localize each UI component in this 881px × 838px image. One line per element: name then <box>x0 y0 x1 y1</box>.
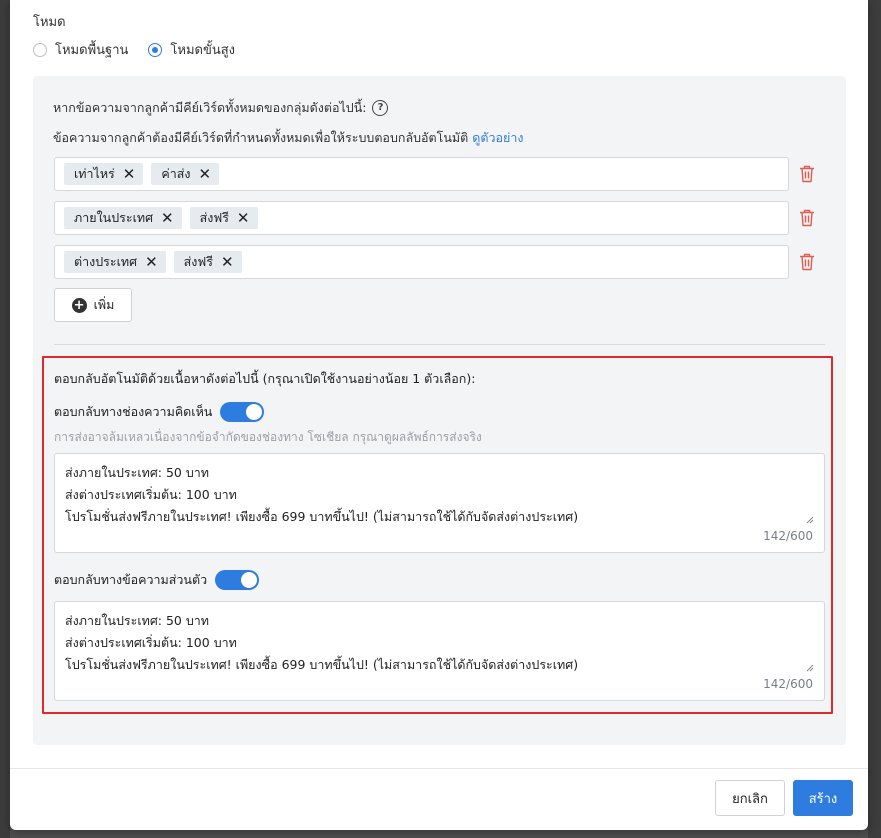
comment-reply-row: ตอบกลับทางช่องความคิดเห็น <box>54 402 265 422</box>
keyword-tag: ภายในประเทศ ✕ <box>64 207 182 229</box>
comment-warning: การส่งอาจล้มเหลวเนื่องจากข้อจำกัดของช่อง… <box>54 430 482 444</box>
keyword-tag: ต่างประเทศ ✕ <box>64 251 166 273</box>
keyword-tag-label: ต่างประเทศ <box>74 254 138 269</box>
mode-basic-label: โหมดพื้นฐาน <box>55 43 129 58</box>
add-group-button[interactable]: + เพิ่ม <box>54 288 132 322</box>
textarea-line: ส่งภายในประเทศ: 50 บาท <box>65 465 210 480</box>
mode-radio-group: โหมดพื้นฐาน โหมดขั้นสูง <box>33 39 255 60</box>
comment-reply-label: ตอบกลับทางช่องความคิดเห็น <box>54 404 213 419</box>
private-reply-textarea[interactable]: ส่งภายในประเทศ: 50 บาท ส่งต่างประเทศเริ่… <box>54 601 825 701</box>
condition-description-text: ข้อความจากลูกค้าต้องมีคีย์เวิร์ดที่กำหนด… <box>53 130 469 145</box>
mode-advanced-option[interactable]: โหมดขั้นสูง <box>148 39 235 60</box>
private-reply-label: ตอบกลับทางข้อความส่วนตัว <box>54 572 208 587</box>
trash-icon[interactable] <box>799 165 815 183</box>
textarea-line: โปรโมชั่นส่งฟรีภายในประเทศ! เพียงซื้อ 69… <box>65 657 579 672</box>
remove-tag-icon[interactable]: ✕ <box>161 210 174 226</box>
comment-reply-textarea[interactable]: ส่งภายในประเทศ: 50 บาท ส่งต่างประเทศเริ่… <box>54 453 825 553</box>
condition-heading: หากข้อความจากลูกค้ามีคีย์เวิร์ดทั้งหมดขอ… <box>53 98 389 118</box>
backdrop <box>0 0 10 838</box>
radio-basic[interactable] <box>33 42 47 57</box>
advanced-settings-panel: หากข้อความจากลูกค้ามีคีย์เวิร์ดทั้งหมดขอ… <box>33 76 846 745</box>
keyword-group-2[interactable]: ภายในประเทศ ✕ ส่งฟรี ✕ <box>54 201 789 235</box>
resize-handle-icon[interactable] <box>806 516 814 524</box>
remove-tag-icon[interactable]: ✕ <box>221 254 234 270</box>
keyword-tag: ส่งฟรี ✕ <box>173 251 242 273</box>
create-auto-reply-modal: โหมด โหมดพื้นฐาน โหมดขั้นสูง หากข้อความจ… <box>10 0 868 830</box>
divider <box>54 344 825 345</box>
mode-advanced-label: โหมดขั้นสูง <box>170 43 236 58</box>
private-reply-row: ตอบกลับทางข้อความส่วนตัว <box>54 570 260 590</box>
footer-divider <box>10 768 868 769</box>
comment-reply-toggle[interactable] <box>220 402 265 422</box>
mode-basic-option[interactable]: โหมดพื้นฐาน <box>33 39 128 60</box>
reply-section-title: ตอบกลับอัตโนมัติด้วยเนื้อหาดังต่อไปนี้ (… <box>54 371 476 386</box>
resize-handle-icon[interactable] <box>806 664 814 672</box>
keyword-tag: ส่งฟรี ✕ <box>189 207 258 229</box>
remove-tag-icon[interactable]: ✕ <box>145 254 158 270</box>
keyword-tag: ค่าส่ง ✕ <box>151 163 220 185</box>
textarea-line: โปรโมชั่นส่งฟรีภายในประเทศ! เพียงซื้อ 69… <box>65 509 579 524</box>
keyword-group-1[interactable]: เท่าไหร่ ✕ ค่าส่ง ✕ <box>54 157 789 191</box>
plus-circle-icon: + <box>71 297 87 313</box>
keyword-tag-label: ส่งฟรี <box>199 210 229 225</box>
keyword-tag-label: ภายในประเทศ <box>74 210 154 225</box>
remove-tag-icon[interactable]: ✕ <box>198 166 211 182</box>
remove-tag-icon[interactable]: ✕ <box>237 210 250 226</box>
remove-tag-icon[interactable]: ✕ <box>123 166 136 182</box>
trash-icon[interactable] <box>799 209 815 227</box>
help-icon[interactable]: ? <box>372 100 389 116</box>
mode-label: โหมด <box>33 15 66 30</box>
textarea-line: ส่งภายในประเทศ: 50 บาท <box>65 613 210 628</box>
textarea-line: ส่งต่างประเทศเริ่มต้น: 100 บาท <box>65 635 237 650</box>
create-button[interactable]: สร้าง <box>793 780 853 816</box>
private-reply-toggle[interactable] <box>215 570 260 590</box>
keyword-tag-label: ค่าส่ง <box>161 166 191 181</box>
example-link[interactable]: ดูตัวอย่าง <box>472 130 523 145</box>
backdrop-scroll-strip <box>868 0 881 838</box>
add-group-label: เพิ่ม <box>93 297 115 312</box>
cancel-button[interactable]: ยกเลิก <box>715 780 785 816</box>
textarea-line: ส่งต่างประเทศเริ่มต้น: 100 บาท <box>65 487 237 502</box>
keyword-tag-label: ส่งฟรี <box>183 254 213 269</box>
condition-description: ข้อความจากลูกค้าต้องมีคีย์เวิร์ดที่กำหนด… <box>53 128 524 148</box>
condition-heading-text: หากข้อความจากลูกค้ามีคีย์เวิร์ดทั้งหมดขอ… <box>53 100 367 115</box>
keyword-group-3[interactable]: ต่างประเทศ ✕ ส่งฟรี ✕ <box>54 245 789 279</box>
trash-icon[interactable] <box>799 253 815 271</box>
comment-char-counter: 142/600 <box>763 529 813 543</box>
keyword-tag: เท่าไหร่ ✕ <box>64 163 144 185</box>
radio-advanced[interactable] <box>148 42 163 57</box>
keyword-tag-label: เท่าไหร่ <box>74 166 115 181</box>
private-char-counter: 142/600 <box>763 677 813 691</box>
